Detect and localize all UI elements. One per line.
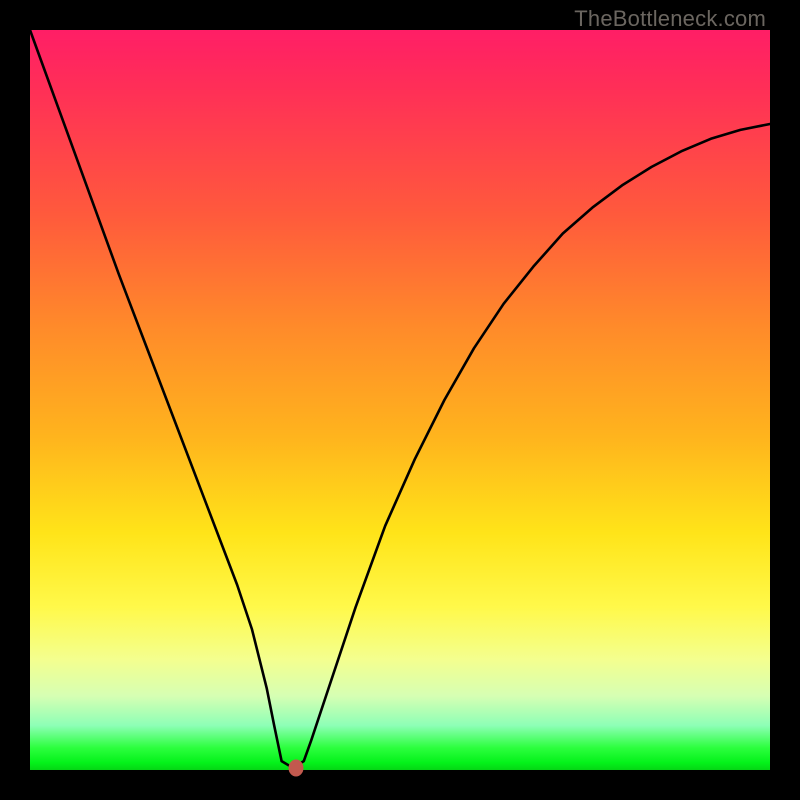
- bottleneck-curve: [30, 30, 770, 770]
- chart-frame: TheBottleneck.com: [0, 0, 800, 800]
- watermark-text: TheBottleneck.com: [574, 6, 766, 32]
- plot-area: [30, 30, 770, 770]
- optimal-point-marker: [289, 759, 304, 776]
